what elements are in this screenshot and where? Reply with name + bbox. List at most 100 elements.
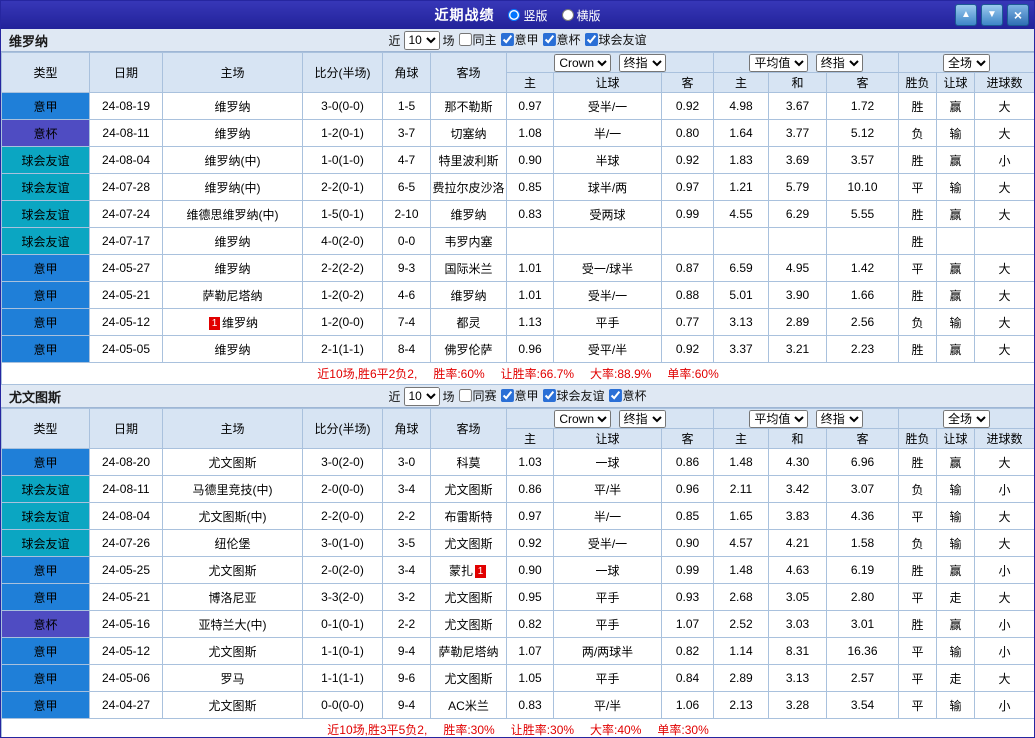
home-team[interactable]: 亚特兰大(中) (162, 610, 303, 638)
filter-checkbox[interactable]: 同赛 (458, 387, 497, 404)
away-team[interactable]: 科莫 (430, 448, 507, 476)
average-stage-select[interactable]: 终指 (815, 53, 863, 72)
home-team[interactable]: 尤文图斯 (162, 556, 303, 584)
home-team[interactable]: 维罗纳(中) (162, 146, 303, 174)
home-team[interactable]: 维德思维罗纳(中) (162, 200, 303, 228)
home-team[interactable]: 博洛尼亚 (162, 583, 303, 611)
league-badge[interactable]: 球会友谊 (1, 502, 90, 530)
move-down-button[interactable]: ▼ (981, 4, 1003, 26)
match-score[interactable]: 0-1(0-1) (302, 610, 383, 638)
match-score[interactable]: 1-1(0-1) (302, 637, 383, 665)
checkbox-input[interactable] (542, 33, 556, 46)
match-score[interactable]: 1-5(0-1) (302, 200, 383, 228)
league-badge[interactable]: 意甲 (1, 254, 90, 282)
league-badge[interactable]: 球会友谊 (1, 200, 90, 228)
home-team[interactable]: 罗马 (162, 664, 303, 692)
match-score[interactable]: 1-2(0-0) (302, 308, 383, 336)
checkbox-input[interactable] (458, 389, 472, 402)
home-team[interactable]: 维罗纳 (162, 227, 303, 255)
filter-checkbox[interactable]: 意杯 (542, 31, 581, 48)
filter-checkbox[interactable]: 同主 (458, 31, 497, 48)
league-badge[interactable]: 意甲 (1, 92, 90, 120)
league-badge[interactable]: 意杯 (1, 119, 90, 147)
away-team[interactable]: 萨勒尼塔纳 (430, 637, 507, 665)
checkbox-input[interactable] (608, 389, 622, 402)
home-team[interactable]: 纽伦堡 (162, 529, 303, 557)
bookmaker-select[interactable]: Crown (554, 53, 612, 72)
checkbox-input[interactable] (500, 389, 514, 402)
league-badge[interactable]: 意杯 (1, 610, 90, 638)
home-team[interactable]: 维罗纳 (162, 119, 303, 147)
league-badge[interactable]: 意甲 (1, 556, 90, 584)
home-team[interactable]: 维罗纳 (162, 254, 303, 282)
away-team[interactable]: 韦罗内塞 (430, 227, 507, 255)
match-score[interactable]: 4-0(2-0) (302, 227, 383, 255)
odds-stage-select[interactable]: 终指 (618, 409, 666, 428)
away-team[interactable]: 维罗纳 (430, 281, 507, 309)
away-team[interactable]: 特里波利斯 (430, 146, 507, 174)
away-team[interactable]: 尤文图斯 (430, 529, 507, 557)
close-button[interactable]: × (1007, 4, 1029, 26)
away-team[interactable]: 都灵 (430, 308, 507, 336)
checkbox-input[interactable] (458, 33, 472, 46)
away-team[interactable]: 布雷斯特 (430, 502, 507, 530)
league-badge[interactable]: 意甲 (1, 448, 90, 476)
match-score[interactable]: 1-0(1-0) (302, 146, 383, 174)
filter-checkbox[interactable]: 球会友谊 (584, 31, 647, 48)
match-score[interactable]: 3-0(1-0) (302, 529, 383, 557)
bookmaker-select[interactable]: Crown (554, 409, 612, 428)
league-badge[interactable]: 意甲 (1, 691, 90, 719)
average-select[interactable]: 平均值 (749, 53, 809, 72)
away-team[interactable]: AC米兰 (430, 691, 507, 719)
home-team[interactable]: 1 维罗纳 (162, 308, 303, 336)
match-score[interactable]: 1-2(0-1) (302, 119, 383, 147)
away-team[interactable]: 蒙扎 1 (430, 556, 507, 584)
home-team[interactable]: 维罗纳 (162, 335, 303, 363)
move-up-button[interactable]: ▲ (955, 4, 977, 26)
match-score[interactable]: 2-2(0-1) (302, 173, 383, 201)
league-badge[interactable]: 意甲 (1, 637, 90, 665)
home-team[interactable]: 维罗纳(中) (162, 173, 303, 201)
average-select[interactable]: 平均值 (749, 409, 809, 428)
match-score[interactable]: 2-2(2-2) (302, 254, 383, 282)
match-score[interactable]: 2-0(2-0) (302, 556, 383, 584)
away-team[interactable]: 那不勒斯 (430, 92, 507, 120)
filter-checkbox[interactable]: 意杯 (608, 387, 647, 404)
away-team[interactable]: 切塞纳 (430, 119, 507, 147)
match-score[interactable]: 2-2(0-0) (302, 502, 383, 530)
home-team[interactable]: 尤文图斯 (162, 637, 303, 665)
match-score[interactable]: 2-1(1-1) (302, 335, 383, 363)
away-team[interactable]: 佛罗伦萨 (430, 335, 507, 363)
home-team[interactable]: 尤文图斯 (162, 448, 303, 476)
layout-radio-vertical[interactable]: 竖版 (508, 7, 548, 24)
away-team[interactable]: 尤文图斯 (430, 475, 507, 503)
match-count-select[interactable]: 10 (403, 30, 440, 50)
home-team[interactable]: 尤文图斯 (162, 691, 303, 719)
match-score[interactable]: 0-0(0-0) (302, 691, 383, 719)
league-badge[interactable]: 意甲 (1, 281, 90, 309)
match-score[interactable]: 3-0(2-0) (302, 448, 383, 476)
match-score[interactable]: 3-3(2-0) (302, 583, 383, 611)
average-stage-select[interactable]: 终指 (815, 409, 863, 428)
home-team[interactable]: 萨勒尼塔纳 (162, 281, 303, 309)
checkbox-input[interactable] (584, 33, 598, 46)
filter-checkbox[interactable]: 意甲 (500, 31, 539, 48)
away-team[interactable]: 尤文图斯 (430, 610, 507, 638)
match-count-select[interactable]: 10 (403, 386, 440, 406)
league-badge[interactable]: 意甲 (1, 308, 90, 336)
match-score[interactable]: 3-0(0-0) (302, 92, 383, 120)
league-badge[interactable]: 意甲 (1, 583, 90, 611)
filter-checkbox[interactable]: 意甲 (500, 387, 539, 404)
odds-stage-select[interactable]: 终指 (618, 53, 666, 72)
home-team[interactable]: 马德里竞技(中) (162, 475, 303, 503)
match-score[interactable]: 1-2(0-2) (302, 281, 383, 309)
filter-checkbox[interactable]: 球会友谊 (542, 387, 605, 404)
league-badge[interactable]: 意甲 (1, 335, 90, 363)
league-badge[interactable]: 球会友谊 (1, 146, 90, 174)
away-team[interactable]: 费拉尔皮沙洛 (430, 173, 507, 201)
layout-radio-horizontal[interactable]: 横版 (561, 7, 601, 24)
scope-select[interactable]: 全场 (943, 53, 991, 72)
match-score[interactable]: 2-0(0-0) (302, 475, 383, 503)
league-badge[interactable]: 球会友谊 (1, 173, 90, 201)
league-badge[interactable]: 意甲 (1, 664, 90, 692)
